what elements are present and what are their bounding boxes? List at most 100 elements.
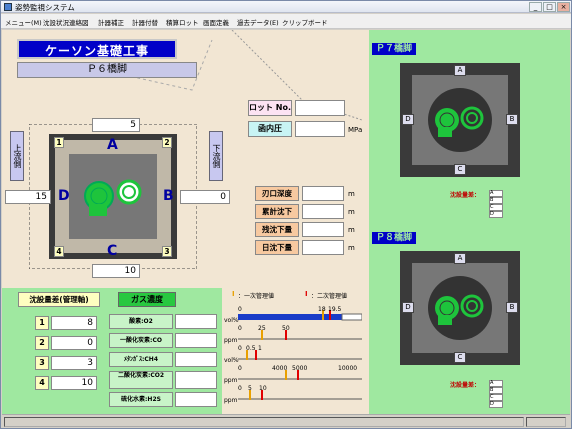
- maximize-button[interactable]: □: [543, 2, 556, 12]
- gas-value: [175, 314, 217, 329]
- p7-settle-label: 沈設量差：: [450, 192, 481, 199]
- p7-side-d: D: [402, 114, 414, 125]
- legend-secondary: ：二次管理値: [311, 293, 348, 300]
- p7-settle-c: C: [489, 204, 503, 211]
- main-area: ケーソン基礎工事 Ｐ６橋脚 上流側 下流側 1 2 3 4 A B C D 5 …: [2, 30, 570, 414]
- gauge-tick: 10000: [338, 365, 358, 372]
- measure-label: 刃口深度: [255, 186, 299, 201]
- gauge-unit: vol%: [224, 317, 239, 324]
- menu-item[interactable]: 過去データ(E): [237, 17, 279, 27]
- measure-unit: m: [348, 208, 355, 216]
- side-label-a: A: [107, 137, 118, 153]
- primary-marker-icon: I: [232, 290, 235, 298]
- menu-item[interactable]: 沈設状況連絡図: [43, 17, 89, 27]
- gauge-tick: 5000: [292, 365, 308, 372]
- p7-settle-b: B: [489, 197, 503, 204]
- p8-side-a: A: [454, 253, 466, 264]
- gauge-unit: ppm: [224, 337, 238, 344]
- measure-value: [302, 186, 344, 201]
- p8-title: Ｐ８橋脚: [372, 232, 416, 244]
- menu-item[interactable]: 画面定義: [203, 17, 229, 27]
- p8-settle-b: B: [489, 387, 503, 394]
- gas-value: [175, 352, 217, 367]
- lot-label: ロット No.: [248, 100, 292, 116]
- p7-side-c: C: [454, 164, 466, 175]
- status-bar: [2, 414, 570, 428]
- top-value: 5: [92, 118, 140, 132]
- p7-title: Ｐ７橋脚: [372, 43, 416, 55]
- bottom-value: 10: [92, 264, 140, 278]
- p7-plan: [400, 63, 520, 177]
- gauge-tick: 50: [282, 325, 290, 332]
- status-pane: [526, 417, 566, 427]
- minimize-button[interactable]: _: [529, 2, 542, 12]
- gauge-ch4: [238, 350, 362, 360]
- pressure-unit: MPa: [348, 126, 363, 134]
- pressure-label: 函内圧: [248, 121, 292, 137]
- p7-settle-d: D: [489, 211, 503, 218]
- gauge-tick: 1: [258, 345, 262, 352]
- gas-label: 硫化水素:H2S: [109, 392, 173, 407]
- gas-value: [175, 333, 217, 348]
- corner-3: 3: [162, 246, 172, 257]
- gas-value: [175, 371, 217, 389]
- status-pane: [4, 417, 524, 427]
- right-value: 0: [180, 190, 230, 204]
- gauge-unit: ppm: [224, 377, 238, 384]
- app-window: 姿勢監視システム _ □ × メニュー(M) 沈設状況連絡図 計器補正 計器付替…: [0, 0, 572, 429]
- app-icon: [4, 3, 12, 11]
- corner-4: 4: [54, 246, 64, 257]
- left-value: 15: [5, 190, 51, 204]
- menu-item[interactable]: メニュー(M): [5, 17, 42, 27]
- menu-item[interactable]: 計器補正: [98, 17, 124, 27]
- p8-side-c: C: [454, 352, 466, 363]
- settle-number: 3: [35, 356, 49, 370]
- corner-2: 2: [162, 137, 172, 148]
- p7-side-b: B: [506, 114, 518, 125]
- gauge-tick: 0: [238, 365, 242, 372]
- gauge-o2: [238, 310, 362, 321]
- gauge-tick: 0: [238, 325, 242, 332]
- legend-primary: ：一次管理値: [238, 293, 275, 300]
- p8-settle-a: A: [489, 380, 503, 387]
- gauge-tick: 10: [259, 385, 267, 392]
- settle-value: 0: [51, 336, 97, 350]
- p7-settle-a: A: [489, 190, 503, 197]
- p8-settle-c: C: [489, 394, 503, 401]
- measure-value: [302, 222, 344, 237]
- measure-value: [302, 240, 344, 255]
- pier-label: Ｐ６橋脚: [17, 62, 197, 78]
- gauge-tick: 4000: [272, 365, 288, 372]
- gauge-tick: 25: [258, 325, 266, 332]
- measure-unit: m: [348, 190, 355, 198]
- p8-plan: [400, 251, 520, 365]
- gas-label: 酸素:O2: [109, 314, 173, 329]
- page-title: ケーソン基礎工事: [17, 39, 177, 59]
- gauge-co: [238, 330, 362, 340]
- menu-item[interactable]: クリップボード: [282, 17, 328, 27]
- settle-value: 8: [51, 316, 97, 330]
- window-title: 姿勢監視システム: [15, 3, 75, 12]
- gas-label: 二酸化炭素:CO2: [109, 371, 173, 389]
- close-button[interactable]: ×: [557, 2, 570, 12]
- gauge-unit: vol%: [224, 357, 239, 364]
- p8-side-b: B: [506, 302, 518, 313]
- gauge-tick: 5: [248, 385, 252, 392]
- gas-value: [175, 392, 217, 407]
- gauge-tick: 18: [318, 306, 326, 313]
- upstream-label: 上流側: [10, 131, 24, 181]
- settle-number: 4: [35, 376, 49, 390]
- gas-label: ﾒﾀﾝｶﾞｽ:CH4: [109, 352, 173, 367]
- gauge-h2s: [238, 390, 362, 400]
- p8-settle-label: 沈設量差：: [450, 382, 481, 389]
- gauge-tick: 0: [238, 345, 242, 352]
- settle-value: 10: [51, 376, 97, 390]
- menu-item[interactable]: 積算ロット: [166, 17, 199, 27]
- settle-number: 1: [35, 316, 49, 330]
- measure-label: 累計沈下: [255, 204, 299, 219]
- settle-title: 沈設量差(管理軸): [18, 292, 100, 307]
- title-bar: 姿勢監視システム _ □ ×: [1, 1, 571, 13]
- menu-item[interactable]: 計器付替: [132, 17, 158, 27]
- side-label-d: D: [58, 188, 70, 204]
- settle-number: 2: [35, 336, 49, 350]
